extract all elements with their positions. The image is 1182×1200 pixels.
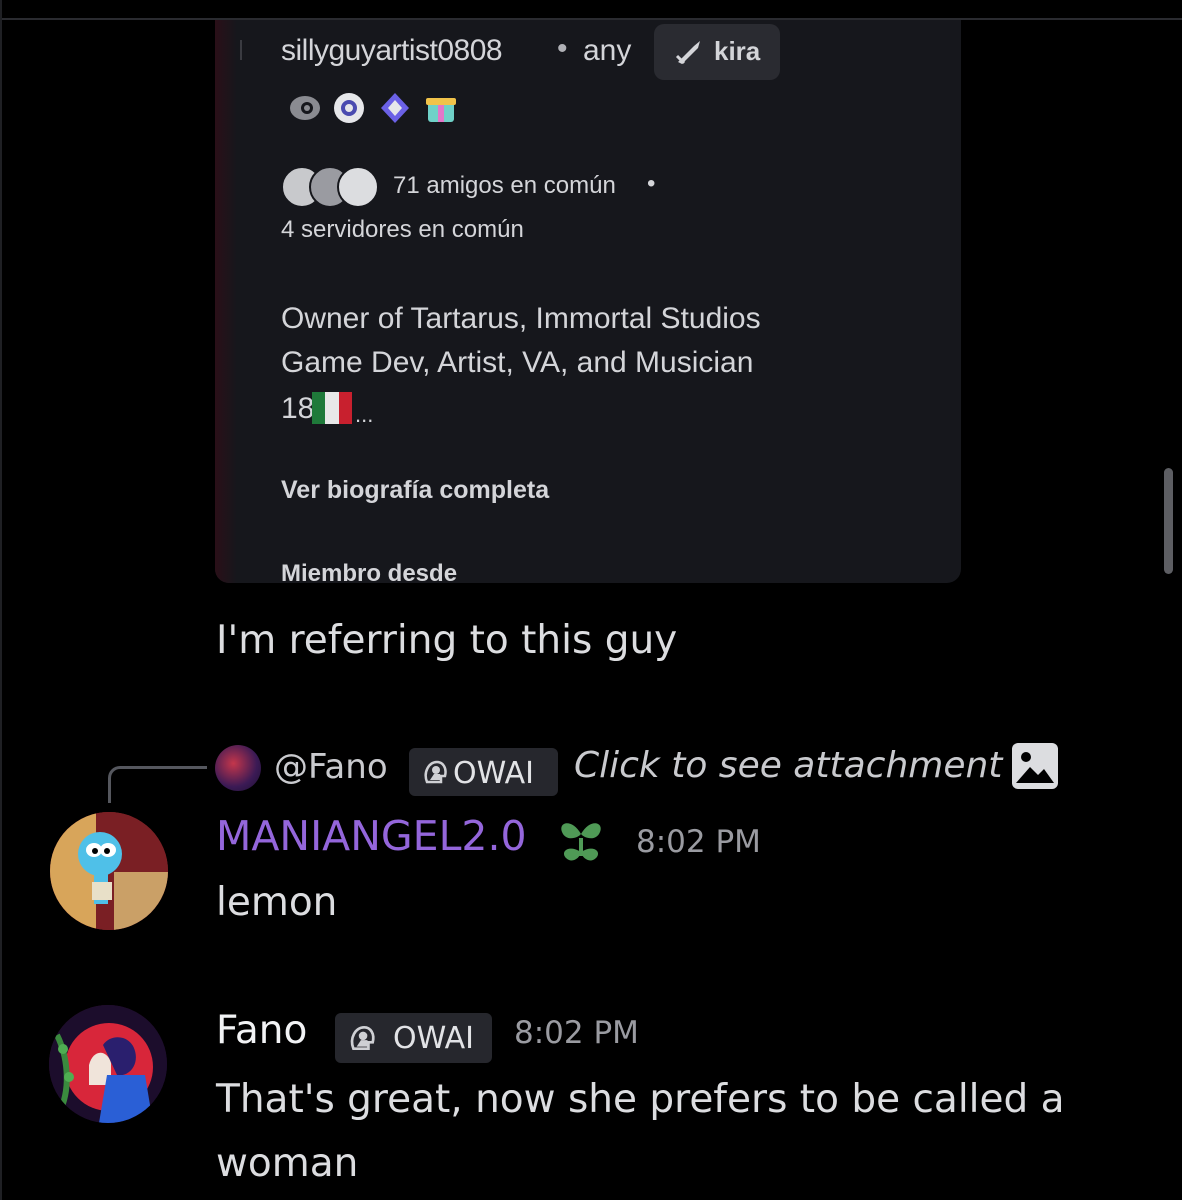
view-full-bio-link[interactable]: Ver biografía completa [281,476,549,505]
message-timestamp: 8:02 PM [514,1015,639,1051]
message-timestamp: 8:02 PM [636,824,761,860]
top-border [0,0,1182,20]
image-icon [1012,743,1058,789]
scrollbar-thumb[interactable] [1164,468,1173,574]
bio-ellipsis: ... [355,402,374,427]
reply-username[interactable]: @Fano [274,747,388,787]
message-text: I'm referring to this guy [216,618,678,663]
clan-tag-label: OWAI [393,1021,475,1056]
profile-accent-line [240,40,242,60]
boost-icon [381,93,409,123]
quest-gift-icon [426,98,456,122]
reply-clan-tag-label: OWAI [453,756,535,791]
clan-badge-icon [350,1025,375,1051]
profile-accent [215,20,237,583]
mexico-flag-icon [312,392,352,424]
mutual-avatar [337,166,379,208]
reply-avatar[interactable] [215,745,261,791]
message-text: lemon [216,880,338,925]
bio-line: Game Dev, Artist, VA, and Musician [281,346,754,379]
reply-preview-text[interactable]: Click to see attachment [574,745,1002,786]
profile-separator: • [557,32,568,65]
message-text: That's great, now she prefers to be call… [216,1077,1065,1186]
profile-clan-tag-label: kira [714,36,761,66]
mutual-friends-count[interactable]: 71 amigos en común [393,172,616,200]
user-avatar-maniangel[interactable] [50,812,168,930]
sword-icon [675,41,700,65]
bio-line: Owner of Tartarus, Immortal Studios [281,302,761,335]
profile-username: sillyguyartist0808 [281,34,503,67]
gumball-avatar-icon [50,812,168,930]
fano-avatar-icon [49,1005,167,1123]
mutual-separator: • [647,170,656,197]
profile-clan-tag: kira [654,24,780,80]
profile-badges [285,90,459,126]
profile-pronouns: any [583,34,632,67]
image-attachment[interactable]: sillyguyartist0808 • any kira 71 amigos … [215,20,961,583]
reply-connector [108,766,207,803]
left-divider [0,0,2,1200]
bio-line: 18 [281,392,315,425]
plant-role-icon [561,823,601,861]
username-fano[interactable]: Fano [216,1008,307,1053]
member-since-heading: Miembro desde [281,560,458,583]
clan-tag[interactable]: OWAI [335,1013,492,1063]
user-avatar-fano[interactable] [49,1005,167,1123]
username-maniangel[interactable]: MANIANGEL2.0 [216,812,527,860]
clan-badge-icon [424,760,447,784]
nitro-icon [334,93,364,123]
reply-clan-tag[interactable]: OWAI [409,748,558,796]
mutual-friend-avatars [281,166,385,208]
hypesquad-icon [290,96,320,120]
mutual-servers-count[interactable]: 4 servidores en común [281,216,524,244]
